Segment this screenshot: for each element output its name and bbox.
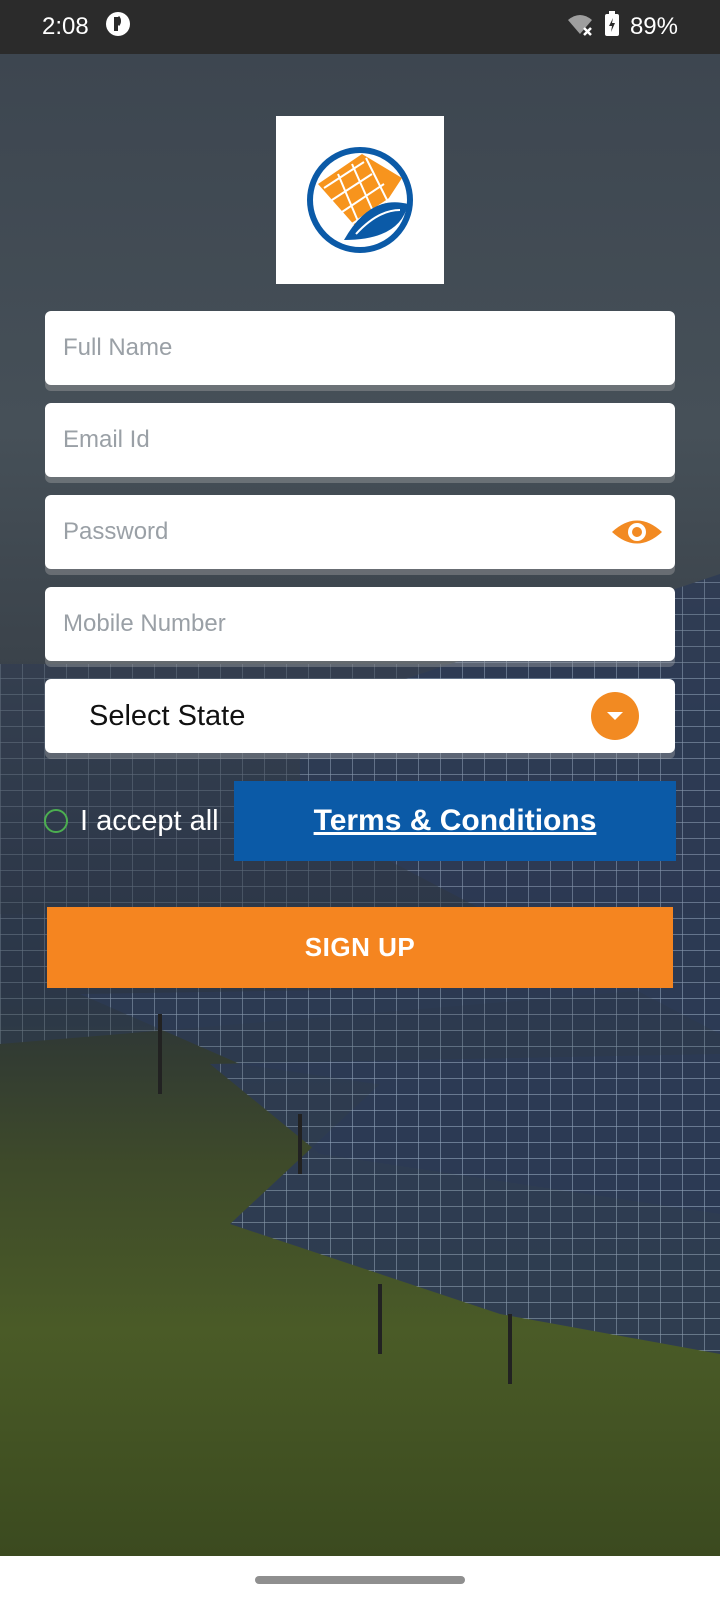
sign-up-button[interactable]: SIGN UP <box>47 907 673 988</box>
terms-row: I accept all Terms & Conditions <box>44 781 676 861</box>
email-field[interactable]: Email Id <box>45 403 675 477</box>
password-field[interactable]: Password <box>45 495 675 569</box>
status-time: 2:08 <box>42 13 89 40</box>
email-placeholder: Email Id <box>63 426 150 453</box>
status-bar: 2:08 89% <box>0 0 720 54</box>
state-select[interactable]: Select State <box>45 679 675 753</box>
sync-badge-icon <box>105 11 131 44</box>
full-name-placeholder: Full Name <box>63 334 173 361</box>
accept-label: I accept all <box>80 805 219 837</box>
solar-leaf-logo-icon <box>307 147 413 253</box>
home-gesture-pill[interactable] <box>255 1576 465 1584</box>
battery-percent: 89% <box>629 13 678 40</box>
accept-terms-radio[interactable] <box>44 809 68 833</box>
app-logo <box>276 116 444 284</box>
battery-charging-icon <box>604 10 620 44</box>
terms-conditions-link[interactable]: Terms & Conditions <box>234 781 676 861</box>
show-password-eye-icon[interactable] <box>609 509 665 555</box>
mobile-number-field[interactable]: Mobile Number <box>45 587 675 661</box>
wifi-off-icon <box>566 12 594 43</box>
password-placeholder: Password <box>63 518 169 545</box>
chevron-down-icon[interactable] <box>591 692 639 740</box>
full-name-field[interactable]: Full Name <box>45 311 675 385</box>
navigation-bar <box>0 1556 720 1600</box>
mobile-number-placeholder: Mobile Number <box>63 610 226 637</box>
state-select-value: Select State <box>89 699 246 732</box>
